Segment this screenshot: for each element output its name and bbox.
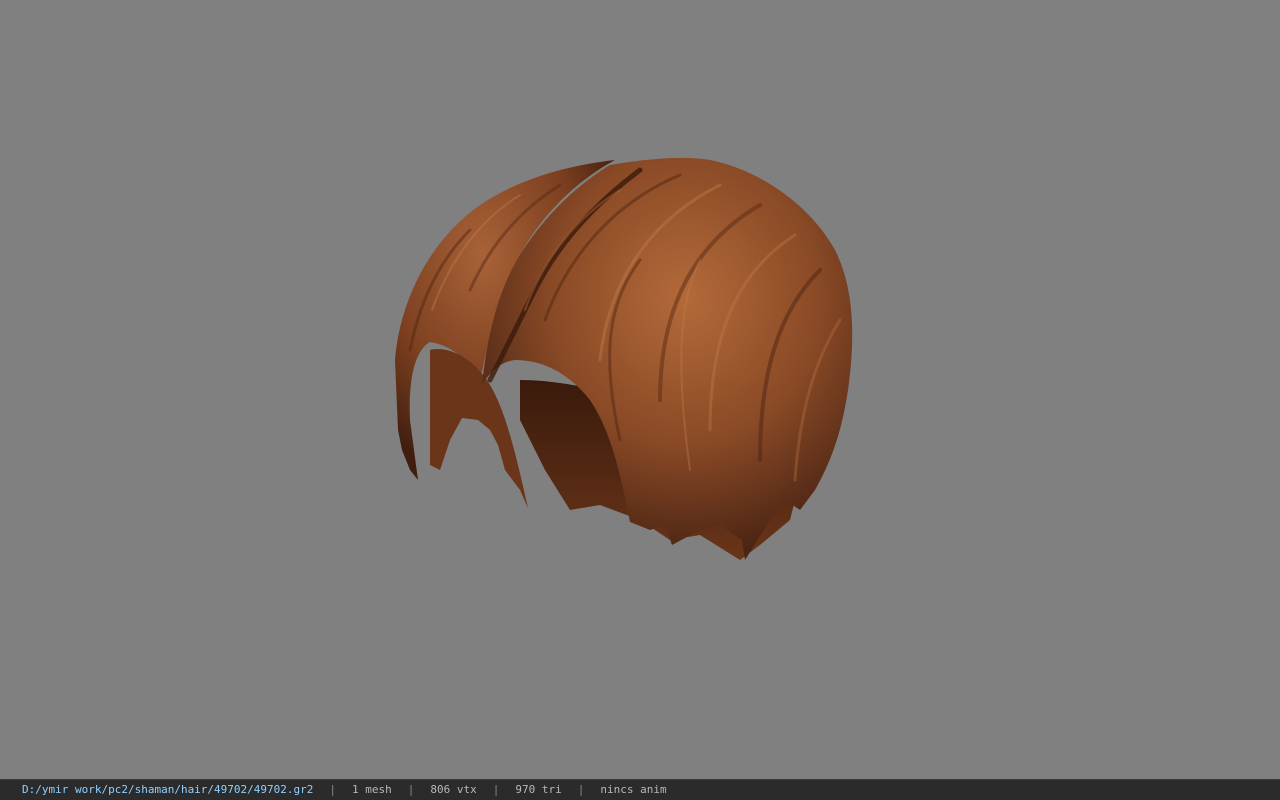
3d-viewport[interactable] — [0, 0, 1280, 779]
separator: | — [407, 783, 415, 796]
animation-status: nincs anim — [600, 783, 667, 796]
file-path: D:/ymir work/pc2/shaman/hair/49702/49702… — [22, 783, 314, 796]
hair-model[interactable] — [0, 0, 1280, 779]
hair-left-strands — [430, 349, 528, 508]
separator: | — [329, 783, 337, 796]
vertex-count: 806 vtx — [430, 783, 477, 796]
separator: | — [577, 783, 585, 796]
triangle-count: 970 tri — [515, 783, 562, 796]
status-bar: D:/ymir work/pc2/shaman/hair/49702/49702… — [0, 779, 1280, 800]
separator: | — [492, 783, 500, 796]
mesh-count: 1 mesh — [352, 783, 392, 796]
